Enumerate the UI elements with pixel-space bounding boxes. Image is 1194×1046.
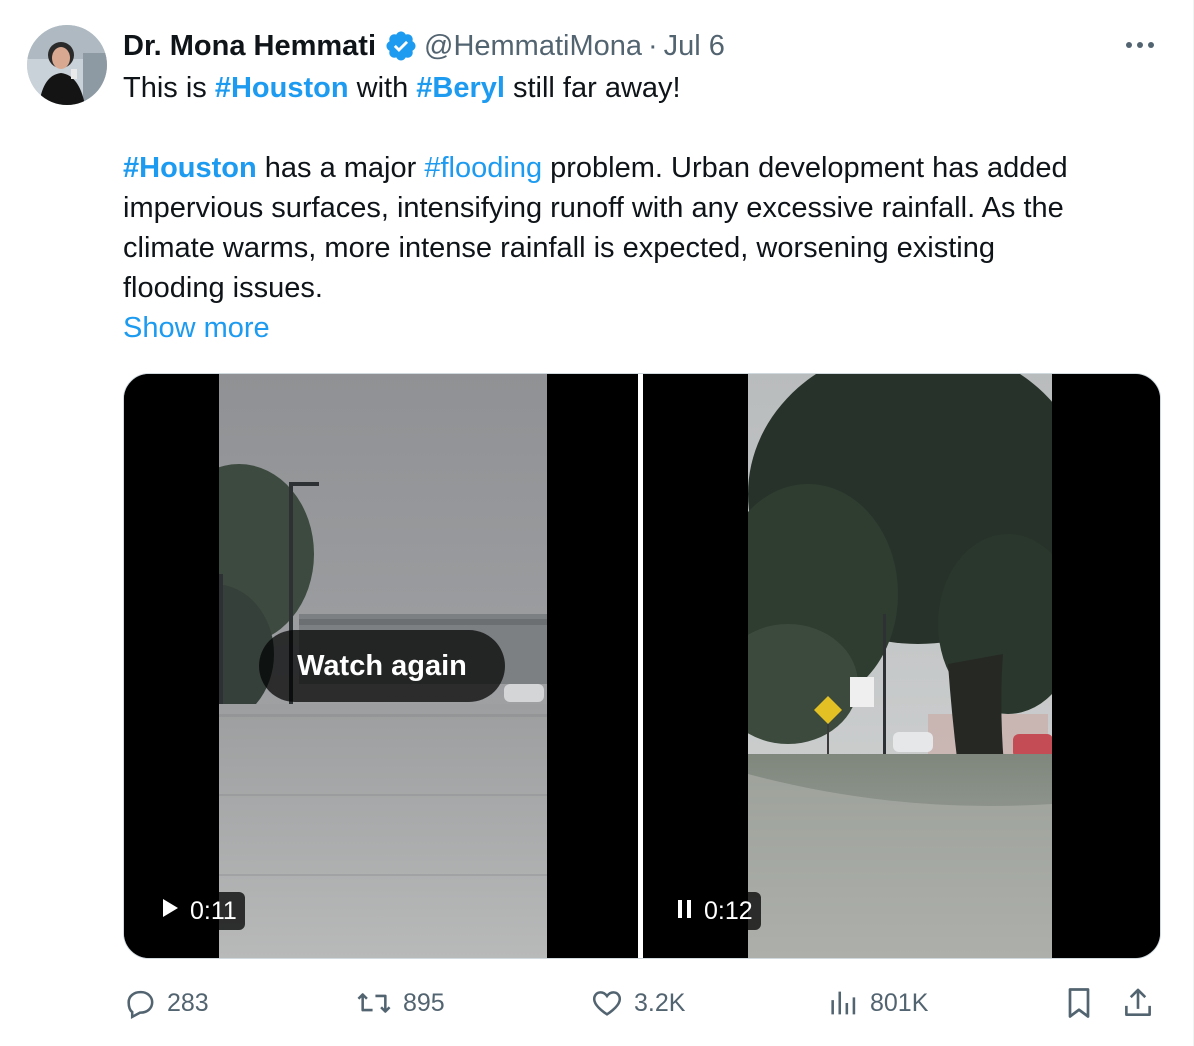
like-button[interactable]: 3.2K xyxy=(590,980,685,1026)
text-segment: problem. Urban development has added xyxy=(542,152,1068,184)
like-count: 3.2K xyxy=(634,988,686,1017)
tweet-actions-bar: 283 895 3.2K 801K xyxy=(0,980,1194,1026)
repost-button[interactable]: 895 xyxy=(355,980,445,1026)
heart-icon xyxy=(590,986,624,1020)
views-chart-icon xyxy=(828,986,860,1020)
hashtag-flooding[interactable]: #flooding xyxy=(424,152,542,184)
tweet-date[interactable]: Jul 6 xyxy=(664,30,725,63)
share-icon xyxy=(1122,985,1154,1021)
hashtag-beryl[interactable]: #Beryl xyxy=(416,72,505,104)
hashtag-houston[interactable]: #Houston xyxy=(123,152,257,184)
author-handle[interactable]: @HemmatiMona xyxy=(424,30,642,63)
more-dot-icon xyxy=(1126,42,1132,48)
pause-icon xyxy=(676,897,694,926)
play-icon xyxy=(160,897,180,926)
more-dot-icon xyxy=(1137,42,1143,48)
video-player-1[interactable]: Watch again 0:11 xyxy=(124,374,638,958)
show-more-link[interactable]: Show more xyxy=(123,308,270,348)
more-options-button[interactable] xyxy=(1120,32,1160,58)
video-2-duration: 0:12 xyxy=(704,896,753,925)
views-button[interactable]: 801K xyxy=(828,980,928,1026)
tweet-text-line-1: This is #Houston with #Beryl still far a… xyxy=(123,68,681,108)
text-segment: has a major xyxy=(256,152,425,184)
tweet-text-line-3: impervious surfaces, intensifying runoff… xyxy=(123,192,1064,224)
reply-count: 283 xyxy=(167,988,209,1017)
video-2-time-badge[interactable]: 0:12 xyxy=(668,892,761,930)
avatar[interactable] xyxy=(27,25,107,105)
video-1-time-badge[interactable]: 0:11 xyxy=(152,892,245,930)
author-name[interactable]: Dr. Mona Hemmati xyxy=(123,30,376,63)
text-segment: still far away! xyxy=(504,72,681,104)
text-segment: with xyxy=(348,72,417,104)
repost-icon xyxy=(355,986,393,1020)
video-1-duration: 0:11 xyxy=(190,896,237,925)
share-button[interactable] xyxy=(1122,980,1154,1026)
views-count: 801K xyxy=(870,988,929,1017)
separator-dot: · xyxy=(648,29,658,62)
media-grid: Watch again 0:11 0:12 xyxy=(123,373,1161,959)
flooded-street-trees-frame xyxy=(748,374,1052,958)
reply-button[interactable]: 283 xyxy=(123,980,209,1026)
reply-icon xyxy=(123,986,157,1020)
more-dot-icon xyxy=(1148,42,1154,48)
hashtag-houston[interactable]: #Houston xyxy=(215,72,349,104)
bookmark-button[interactable] xyxy=(1064,980,1094,1026)
video-player-2[interactable]: 0:12 xyxy=(643,374,1160,958)
tweet-text-line-5: flooding issues. xyxy=(123,272,323,304)
tweet-text-line-2: #Houston has a major #flooding problem. … xyxy=(123,148,1068,188)
bookmark-icon xyxy=(1064,985,1094,1021)
verified-badge-icon[interactable] xyxy=(384,29,418,63)
repost-count: 895 xyxy=(403,988,445,1017)
text-segment: This is xyxy=(123,72,215,104)
tweet-header: Dr. Mona Hemmati @HemmatiMona · Jul 6 xyxy=(123,26,725,66)
watch-again-button[interactable]: Watch again xyxy=(259,630,505,702)
tweet-text-line-4: climate warms, more intense rainfall is … xyxy=(123,232,995,264)
